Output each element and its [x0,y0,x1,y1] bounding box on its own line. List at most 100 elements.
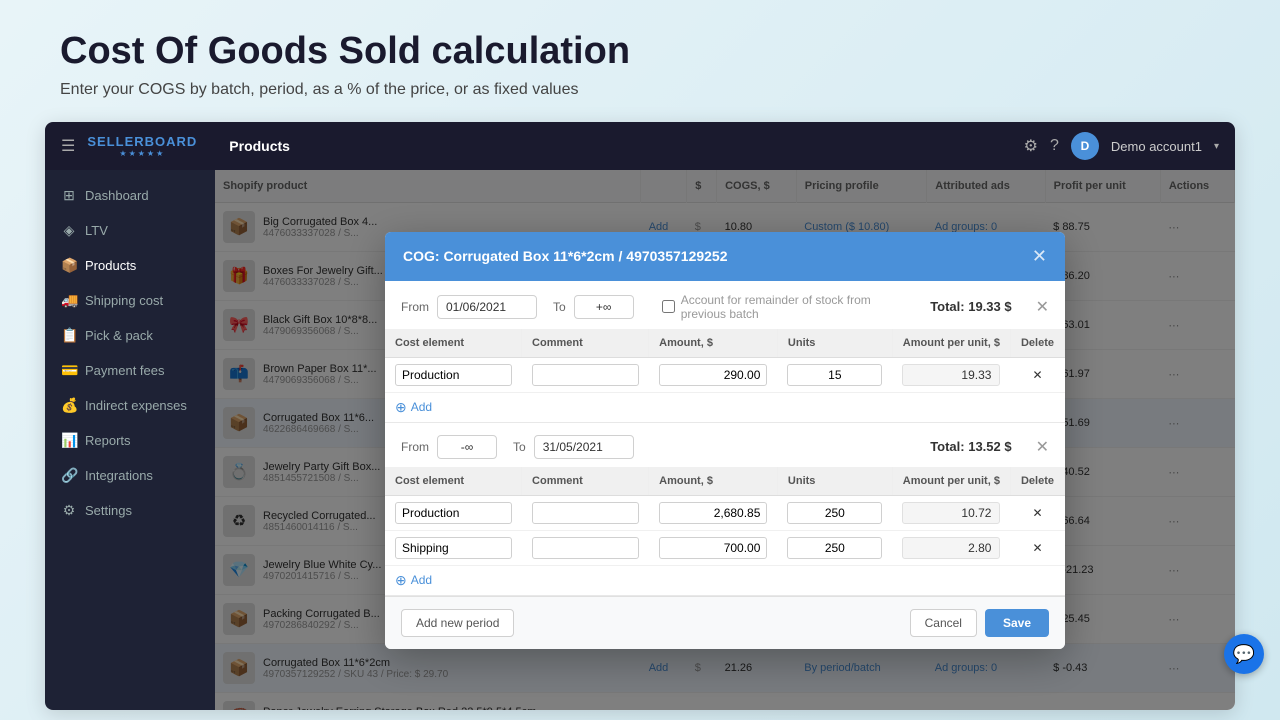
period-2-header: From To Total: 13.52 $ ✕ [385,423,1065,467]
cost2-col-per-unit: Amount per unit, $ [892,467,1010,496]
content-area: Shopify product $ COGS, $ Pricing profil… [215,170,1235,710]
pick-pack-icon: 📋 [61,327,77,344]
sidebar-item-dashboard[interactable]: ⊞ Dashboard [45,178,215,213]
cost2-col-delete: Delete [1010,467,1064,496]
period-2-close-button[interactable]: ✕ [1036,437,1049,457]
sidebar-item-indirect[interactable]: 💰 Indirect expenses [45,388,215,423]
period-2-add-label: Add [411,573,432,587]
sidebar-item-label-settings: Settings [85,503,132,518]
period-1-header: From To Account for remainder of stock [385,281,1065,329]
ltv-icon: ◈ [61,222,77,239]
period-2-amount-input-1[interactable] [659,537,768,559]
period-1-cost-row-0: 19.33 ✕ [385,357,1065,392]
period-2-from-label: From [401,440,429,454]
period-2-units-input-0[interactable] [787,502,882,524]
cog-modal: COG: Corrugated Box 11*6*2cm / 497035712… [385,232,1065,649]
sidebar-item-settings[interactable]: ⚙ Settings [45,493,215,528]
period-2-from-input[interactable] [437,435,497,459]
sidebar-item-label-pick-pack: Pick & pack [85,328,153,343]
cost2-col-comment: Comment [522,467,649,496]
sidebar-item-integrations[interactable]: 🔗 Integrations [45,458,215,493]
add-period-button[interactable]: Add new period [401,609,514,637]
sidebar-item-pick-pack[interactable]: 📋 Pick & pack [45,318,215,353]
modal-header: COG: Corrugated Box 11*6*2cm / 497035712… [385,232,1065,281]
sidebar-item-reports[interactable]: 📊 Reports [45,423,215,458]
sidebar-item-products[interactable]: 📦 Products [45,248,215,283]
period-2-element-input-1[interactable] [395,537,512,559]
page-subtitle: Enter your COGS by batch, period, as a %… [60,81,630,99]
modal-footer: Add new period Cancel Save [385,596,1065,649]
period-1-delete-0[interactable]: ✕ [1010,357,1064,392]
page-header: Cost Of Goods Sold calculation Enter you… [60,30,630,99]
period-1-amount-input-0[interactable] [659,364,768,386]
help-icon[interactable]: ? [1050,137,1059,155]
account-chevron-icon[interactable]: ▾ [1214,141,1219,152]
sidebar-item-ltv[interactable]: ◈ LTV [45,213,215,248]
settings-sidebar-icon: ⚙ [61,502,77,519]
account-remainder-checkbox[interactable] [662,300,675,313]
period-1-add-plus-icon: ⊕ [395,399,407,416]
period-1-element-input-0[interactable] [395,364,512,386]
shipping-icon: 🚚 [61,292,77,309]
period-2-from-group: From [401,435,497,459]
period-1-to-label: To [553,300,566,314]
period-2-cost-row-0: 10.72 ✕ [385,495,1065,530]
period-1-total: Total: 19.33 $ [930,299,1011,314]
period-2-units-input-1[interactable] [787,537,882,559]
period-1-from-input[interactable] [437,295,537,319]
cost-col-amount: Amount, $ [649,329,778,358]
period-2-total: Total: 13.52 $ [930,439,1011,454]
sidebar-item-label-ltv: LTV [85,223,108,238]
modal-overlay[interactable]: COG: Corrugated Box 11*6*2cm / 497035712… [215,170,1235,710]
period-2-per-unit-display-1: 2.80 [902,537,1000,559]
period-1-add-label: Add [411,400,432,414]
sidebar-item-label-integrations: Integrations [85,468,153,483]
period-1-units-input-0[interactable] [787,364,882,386]
sidebar-item-shipping[interactable]: 🚚 Shipping cost [45,283,215,318]
modal-close-button[interactable]: ✕ [1032,246,1047,267]
period-1-section: From To Account for remainder of stock [385,281,1065,423]
cost-col-units: Units [777,329,892,358]
period-1-comment-input-0[interactable] [532,364,639,386]
sidebar-item-label-dashboard: Dashboard [85,188,149,203]
period-2-delete-0[interactable]: ✕ [1010,495,1064,530]
cancel-button[interactable]: Cancel [910,609,977,637]
modal-body: From To Account for remainder of stock [385,281,1065,596]
period-1-per-unit-display-0: 19.33 [902,364,1000,386]
period-2-delete-1[interactable]: ✕ [1010,530,1064,565]
period-2-comment-input-1[interactable] [532,537,639,559]
sidebar-item-payment[interactable]: 💳 Payment fees [45,353,215,388]
cost-col-element: Cost element [385,329,522,358]
account-label: Demo account1 [1111,139,1202,154]
period-2-comment-input-0[interactable] [532,502,639,524]
cost-col-delete: Delete [1010,329,1064,358]
topbar-products-label: Products [229,138,290,154]
sidebar-item-label-products: Products [85,258,136,273]
products-icon: 📦 [61,257,77,274]
modal-title: COG: Corrugated Box 11*6*2cm / 497035712… [403,248,728,264]
sidebar-item-label-reports: Reports [85,433,131,448]
period-1-to-input[interactable] [574,295,634,319]
cost2-col-units: Units [777,467,892,496]
main-area: ⊞ Dashboard ◈ LTV 📦 Products 🚚 Shipping … [45,170,1235,710]
reports-icon: 📊 [61,432,77,449]
sidebar: ⊞ Dashboard ◈ LTV 📦 Products 🚚 Shipping … [45,170,215,710]
menu-icon[interactable]: ☰ [61,136,75,156]
topbar-right: ⚙ ? D Demo account1 ▾ [1024,132,1219,160]
save-button[interactable]: Save [985,609,1049,637]
period-2-amount-input-0[interactable] [659,502,768,524]
payment-icon: 💳 [61,362,77,379]
period-1-add-row[interactable]: ⊕ Add [385,393,1065,422]
period-1-close-button[interactable]: ✕ [1036,297,1049,317]
period-2-to-group: To [513,435,634,459]
settings-icon[interactable]: ⚙ [1024,136,1038,156]
period-2-add-row[interactable]: ⊕ Add [385,566,1065,595]
period-2-element-input-0[interactable] [395,502,512,524]
sidebar-item-label-payment: Payment fees [85,363,165,378]
period-1-from-group: From [401,295,537,319]
integrations-icon: 🔗 [61,467,77,484]
period-2-to-input[interactable] [534,435,634,459]
period-1-cost-table: Cost element Comment Amount, $ Units Amo… [385,329,1065,393]
chat-widget[interactable]: 💬 [1224,634,1264,674]
app-shell: ☰ SELLERBOARD ★★★★★ Products ⚙ ? D Demo … [45,122,1235,710]
